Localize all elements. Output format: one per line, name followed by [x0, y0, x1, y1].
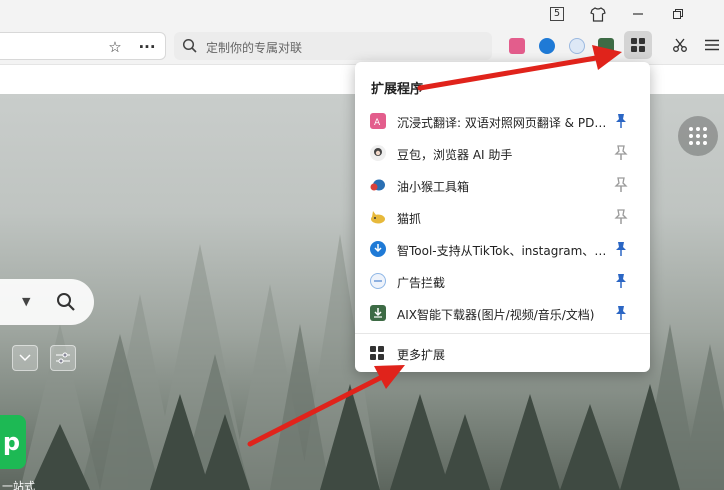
newtab-search-box[interactable]: ▼: [0, 279, 94, 325]
toolbar: ☆ ··· 定制你的专属对联: [0, 28, 724, 64]
shirt-icon[interactable]: [580, 0, 616, 28]
extensions-button[interactable]: [624, 31, 652, 59]
badge-number: 5: [550, 7, 564, 21]
extension-row-tampermonkey[interactable]: 油小猴工具箱: [355, 169, 650, 201]
search-input[interactable]: 定制你的专属对联: [174, 32, 492, 60]
more-extensions-label: 更多扩展: [397, 348, 446, 362]
zhitool-download-icon: [370, 241, 386, 257]
extension-label: 豆包，浏览器 AI 助手: [397, 148, 513, 162]
immersive-translate-icon: A: [370, 113, 386, 129]
dropdown-caret-icon[interactable]: ▼: [22, 295, 30, 308]
shortcut-tile[interactable]: p: [0, 415, 26, 469]
adblock-icon: [370, 273, 386, 289]
extension-row-aix-downloader[interactable]: AIX智能下载器(图片/视频/音乐/文档): [355, 297, 650, 329]
pin-icon[interactable]: [614, 209, 628, 225]
pin-icon[interactable]: [614, 273, 628, 289]
extension-row-doubao[interactable]: 豆包，浏览器 AI 助手: [355, 137, 650, 169]
zhitool-download-icon[interactable]: [539, 38, 555, 54]
extension-row-cat-catch[interactable]: 猫抓: [355, 201, 650, 233]
more-extensions-item[interactable]: 更多扩展: [355, 338, 650, 368]
star-icon[interactable]: ☆: [102, 33, 128, 61]
shortcut-tile-label: 一站式: [2, 480, 35, 490]
extension-row-immersive-translate[interactable]: A 沉浸式翻译: 双语对照网页翻译 & PDF文档翻译: [355, 105, 650, 137]
popup-title: 扩展程序: [371, 82, 424, 97]
hamburger-icon[interactable]: [698, 31, 724, 59]
pin-icon[interactable]: [614, 113, 628, 129]
extension-label: AIX智能下载器(图片/视频/音乐/文档): [397, 308, 595, 322]
extension-row-zhitool[interactable]: 智Tool-支持从TikTok、instagram、YouTube下载: [355, 233, 650, 265]
divider: [355, 333, 650, 334]
shortcut-tile-letter: p: [2, 428, 20, 456]
more-dots-icon[interactable]: ···: [134, 33, 160, 61]
badge-icon[interactable]: 5: [539, 0, 575, 28]
aix-downloader-icon: [370, 305, 386, 321]
search-icon[interactable]: [56, 292, 76, 312]
title-bar: 5: [0, 0, 724, 28]
grid-icon: [370, 346, 384, 360]
extensions-popup: 扩展程序 A 沉浸式翻译: 双语对照网页翻译 & PDF文档翻译 豆包，浏览器 …: [355, 62, 650, 372]
doubao-avatar-icon: [370, 145, 386, 161]
address-bar[interactable]: ☆ ···: [0, 32, 166, 60]
restore-icon[interactable]: [660, 0, 696, 28]
pin-icon[interactable]: [614, 177, 628, 193]
minimize-icon[interactable]: [620, 0, 656, 28]
adblock-icon[interactable]: [569, 38, 585, 54]
extension-label: 油小猴工具箱: [397, 180, 470, 194]
extension-row-adblock[interactable]: 广告拦截: [355, 265, 650, 297]
tampermonkey-icon: [370, 177, 386, 193]
extension-label: 广告拦截: [397, 276, 446, 290]
search-placeholder: 定制你的专属对联: [206, 41, 303, 55]
sliders-icon[interactable]: [50, 345, 76, 371]
extension-label: 沉浸式翻译: 双语对照网页翻译 & PDF文档翻译: [397, 116, 609, 130]
svg-text:A: A: [374, 118, 381, 126]
extension-label: 智Tool-支持从TikTok、instagram、YouTube下载: [397, 244, 609, 258]
pin-icon[interactable]: [614, 305, 628, 321]
chevron-down-icon[interactable]: [12, 345, 38, 371]
pin-icon[interactable]: [614, 145, 628, 161]
scissors-icon[interactable]: [666, 31, 694, 59]
pin-icon[interactable]: [614, 241, 628, 257]
search-icon: [182, 38, 197, 53]
extension-label: 猫抓: [397, 212, 422, 226]
apps-grid-button[interactable]: [678, 116, 718, 156]
cat-catch-icon: [370, 209, 386, 225]
immersive-translate-icon[interactable]: [509, 38, 525, 54]
aix-downloader-icon[interactable]: [598, 38, 614, 54]
